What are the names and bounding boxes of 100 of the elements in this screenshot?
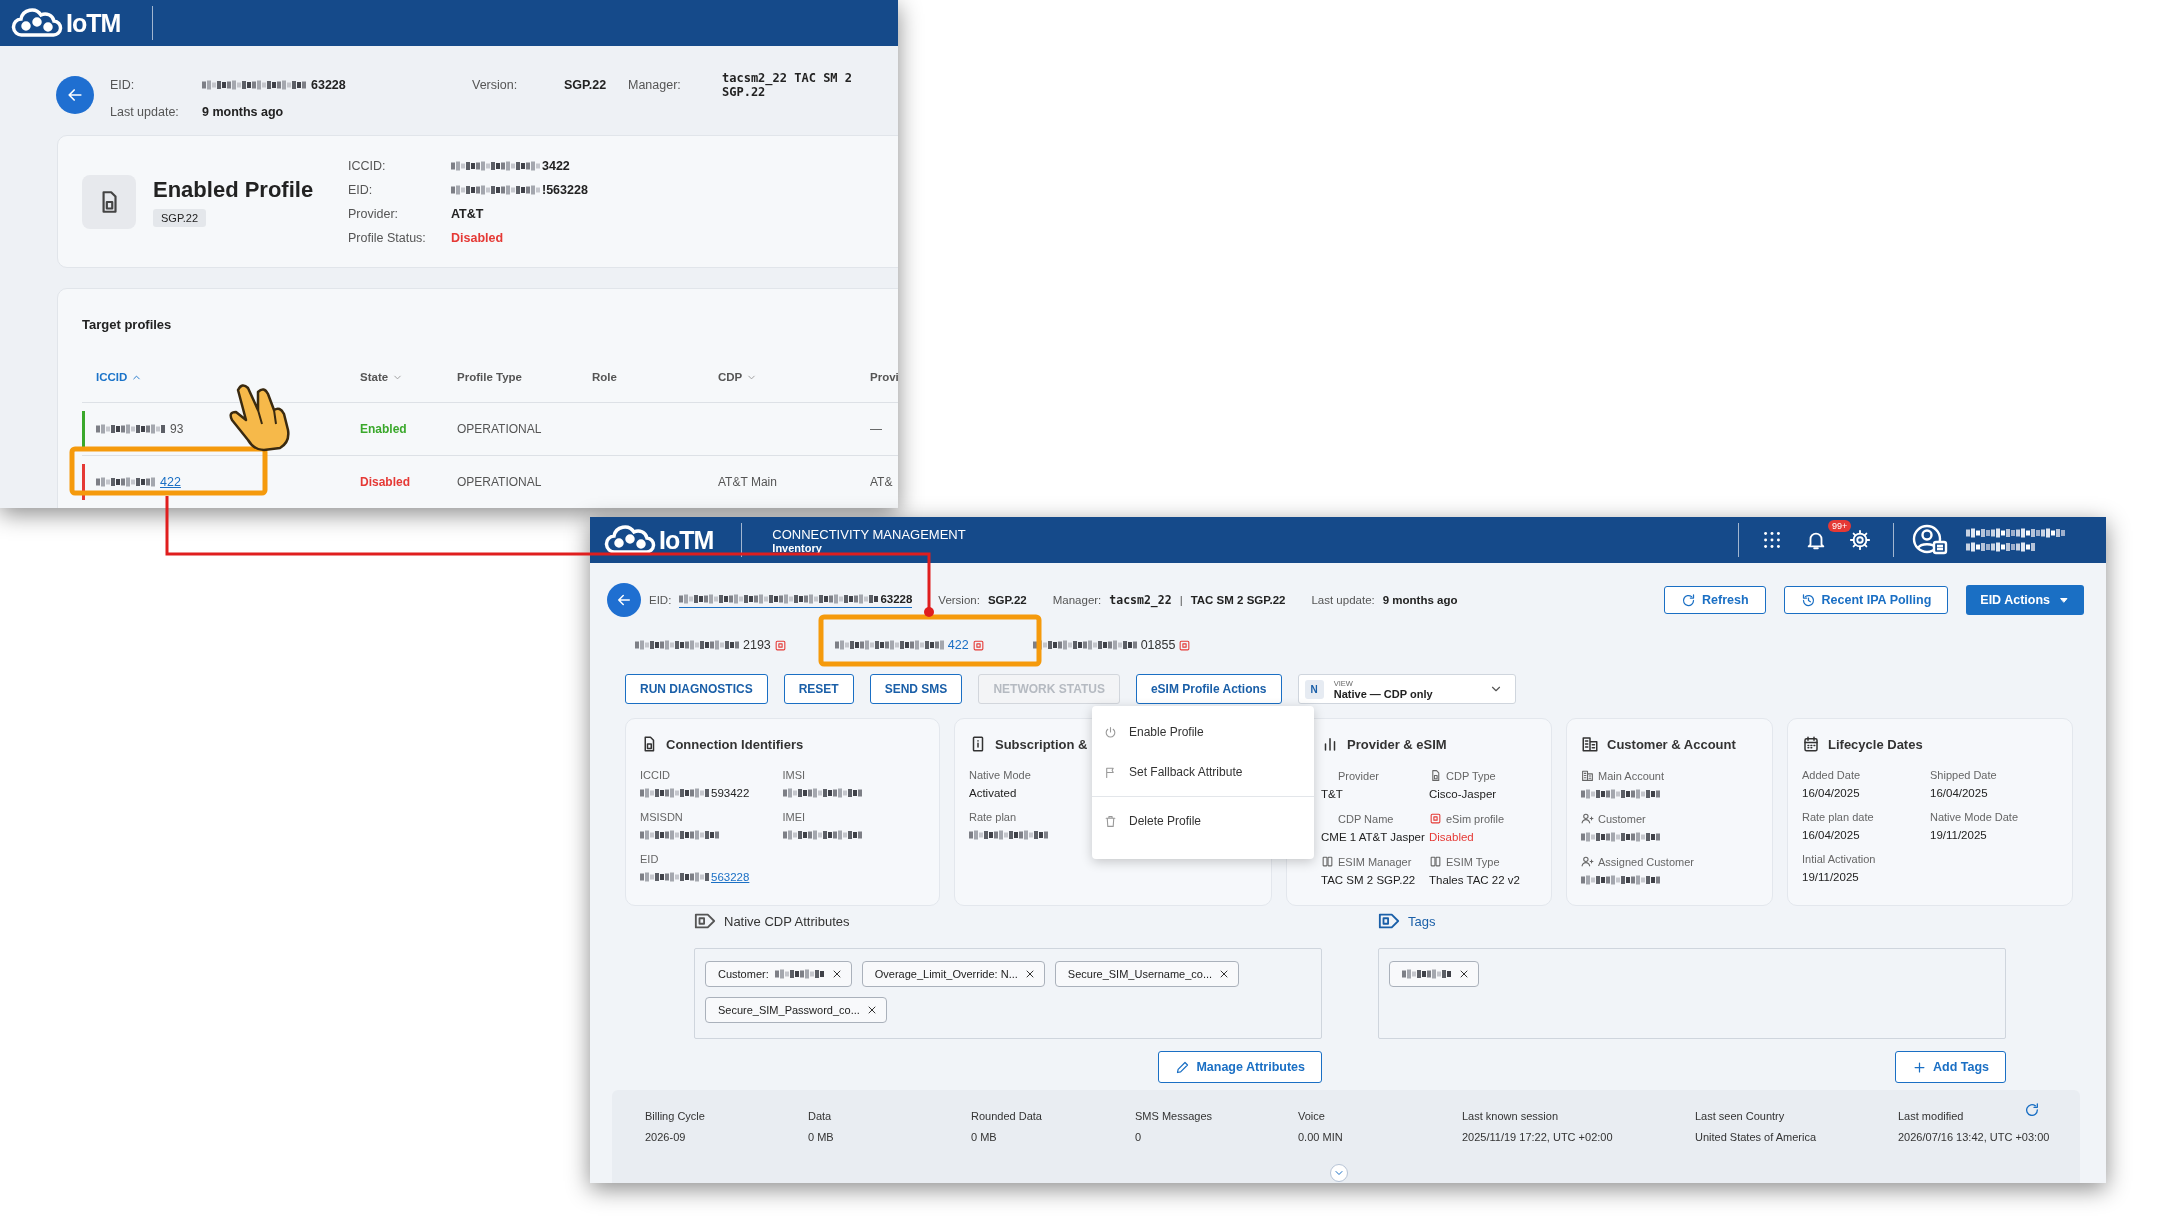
iccid-link[interactable]: 422 (160, 475, 181, 489)
chip-icon (1178, 638, 1192, 652)
field-label: eSim profile (1446, 812, 1505, 825)
settings-icon (1849, 529, 1871, 551)
field-label: Manager: (1052, 594, 1102, 606)
back-button[interactable] (56, 76, 94, 114)
field-label: Intial Activation (1802, 853, 1876, 865)
field-label: CDP Name (1338, 812, 1394, 825)
action-button[interactable]: Recent IPA Polling (1783, 586, 1949, 614)
field-label: Version: (472, 78, 519, 92)
manager-value: tacsm2_22 TAC SM 2 SGP.22 (722, 71, 854, 99)
attribute-chip[interactable]: Secure_SIM_Username_co... (1054, 961, 1240, 987)
notification-badge: 99+ (1828, 520, 1852, 532)
action-button[interactable]: RESET (783, 674, 854, 704)
field-value: Activated (969, 787, 1017, 799)
version-badge: SGP.22 (153, 208, 207, 227)
brand-name: IoTM (66, 8, 121, 38)
field-label: Shipped Date (1930, 769, 1997, 781)
field-label: IMSI (782, 769, 806, 781)
field-value: TAC SM 2 SGP.22 (1321, 874, 1416, 886)
field-label: EID (640, 853, 659, 865)
manager-value: tacsm2_22 (1109, 593, 1172, 607)
action-button[interactable]: eSIM Profile Actions (1135, 674, 1282, 704)
history-icon (1800, 592, 1816, 608)
flag-icon (1104, 765, 1117, 779)
eid-value: 63228 (880, 592, 913, 605)
action-button[interactable]: RUN DIAGNOSTICS (625, 674, 768, 704)
action-button[interactable]: Add Tags (1894, 1051, 2006, 1083)
field-value: AT&T (451, 206, 484, 221)
cloud-logo-icon (10, 8, 64, 38)
pencil-icon (1175, 1059, 1191, 1075)
refresh-icon (1681, 592, 1696, 608)
brand-name: IoTM (659, 525, 714, 555)
field-label: ESIM Type (1446, 855, 1500, 868)
stat-label: Last modified (1898, 1110, 1965, 1122)
section-title: Native CDP Attributes (724, 913, 850, 929)
field-value: Thales TAC 22 v2 (1429, 874, 1520, 886)
field-label: EID: (649, 594, 672, 606)
field-label: MSISDN (640, 811, 683, 823)
stat-value: 0 (1135, 1131, 1143, 1143)
user-avatar-icon[interactable] (1912, 524, 1948, 556)
back-button[interactable] (607, 583, 641, 617)
profile-tab[interactable]: 422 (826, 628, 997, 664)
attribute-chip[interactable]: Overage_Limit_Override: N... (861, 961, 1045, 987)
sim-card-icon (1429, 769, 1442, 782)
attribute-chip[interactable]: Secure_SIM_Password_co... (705, 997, 887, 1023)
field-label: IMEI (782, 811, 806, 823)
action-button[interactable]: Refresh (1664, 586, 1766, 614)
field-value: 16/04/2025 (1802, 787, 1860, 799)
card-title: Customer & Account (1607, 736, 1736, 752)
menu-item[interactable]: Enable Profile (1092, 712, 1314, 752)
field-label: CDP Type (1446, 769, 1496, 782)
separator-text: | (1179, 594, 1183, 606)
field-label: Native Mode (969, 769, 1031, 781)
card-title: Enabled Profile (153, 176, 314, 203)
action-button[interactable]: Manage Attributes (1158, 1051, 1322, 1083)
attribute-chip[interactable] (1389, 961, 1479, 987)
building-icon (1581, 769, 1594, 782)
field-label: Native Mode Date (1930, 811, 2019, 823)
field-label: Last update: (1311, 594, 1375, 606)
field-value: 3422 (542, 158, 570, 173)
field-label: Added Date (1802, 769, 1861, 781)
card-title: Target profiles (82, 317, 173, 332)
field-label: ICCID (640, 769, 670, 781)
field-label: ICCID: (348, 158, 387, 173)
column-header[interactable]: Profile Type (457, 371, 522, 383)
page-title: Inventory (772, 541, 823, 554)
person-icon (1581, 855, 1594, 868)
menu-item[interactable]: Set Fallback Attribute (1092, 752, 1314, 792)
field-value: 19/11/2025 (1802, 871, 1859, 883)
refresh-button[interactable] (2024, 1102, 2040, 1118)
hand-cursor-icon (229, 384, 290, 452)
action-button[interactable]: SEND SMS (869, 674, 963, 704)
manager-detail: TAC SM 2 SGP.22 (1190, 594, 1286, 606)
column-header[interactable]: State (360, 371, 389, 383)
eid-link[interactable]: 563228 (711, 871, 750, 883)
column-header[interactable]: Provi (870, 371, 898, 383)
column-header[interactable]: CDP (718, 371, 743, 383)
chip-icon (971, 638, 985, 652)
field-label: Customer (1598, 812, 1646, 825)
profile-tab[interactable]: 2193 (627, 628, 799, 664)
last-update-value: 9 months ago (202, 105, 285, 119)
cloud-logo-icon (603, 525, 657, 555)
table-cell: Disabled (360, 475, 410, 489)
profile-tab[interactable]: 01855 (1024, 628, 1204, 664)
power-icon (1104, 725, 1117, 739)
menu-item[interactable]: Delete Profile (1092, 801, 1314, 841)
card-title: Provider & eSIM (1347, 736, 1447, 752)
attribute-chip[interactable]: Customer: (705, 961, 852, 987)
dropdown-button[interactable]: EID Actions (1966, 585, 2084, 615)
stat-value: 0 MB (971, 1131, 998, 1143)
field-label: Manager: (628, 78, 682, 92)
table-cell: — (870, 422, 882, 436)
stat-label: Billing Cycle (645, 1110, 706, 1122)
stat-label: Voice (1298, 1110, 1326, 1122)
column-header[interactable]: ICCID (96, 371, 128, 383)
field-value: T&T (1321, 788, 1343, 800)
column-header[interactable]: Role (592, 371, 617, 383)
refresh-icon (2024, 1102, 2040, 1118)
field-label: EID: (110, 78, 136, 92)
